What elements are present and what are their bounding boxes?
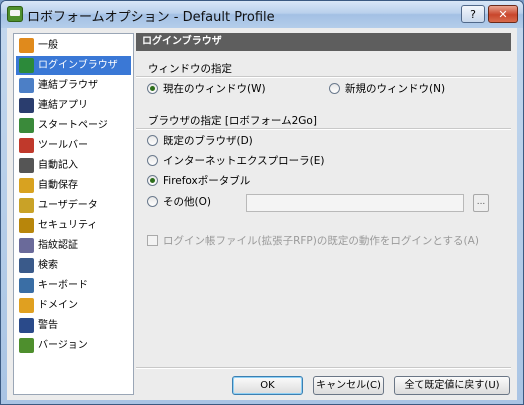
title-bar[interactable]: ロボフォームオプション - Default Profile ? ✕ [1, 1, 523, 28]
save-icon [19, 178, 34, 193]
sidebar-item[interactable]: 連結ブラウザ [16, 76, 131, 95]
sidebar-item-label: ログインブラウザ [38, 60, 118, 71]
options-category-list: 一般ログインブラウザ 連結ブラウザ 連結アプリスタートページ ツールバー自動記入自動保… [13, 33, 134, 395]
linked-app-icon [19, 98, 34, 113]
options-window: ロボフォームオプション - Default Profile ? ✕ 一般ログイン… [0, 0, 524, 405]
sidebar-item-label: ドメイン [38, 300, 78, 311]
globe-icon [19, 58, 34, 73]
window-title: ロボフォームオプション - Default Profile [27, 10, 275, 25]
radio-indicator [147, 155, 158, 166]
sidebar-item[interactable]: スタートページ [16, 116, 131, 135]
keyboard-icon [19, 158, 34, 173]
panel-header: ログインブラウザ [136, 33, 511, 51]
linked-browser-icon [19, 78, 34, 93]
roboform-app-icon [7, 6, 23, 22]
radio-indicator [329, 83, 340, 94]
help-button[interactable]: ? [461, 5, 485, 23]
radio-indicator [147, 83, 158, 94]
button-separator [136, 367, 511, 369]
sidebar-item-label: 検索 [38, 260, 58, 271]
sidebar-item-label: キーボード [38, 280, 88, 291]
radio-indicator [147, 135, 158, 146]
home-icon [19, 118, 34, 133]
close-button[interactable]: ✕ [488, 5, 518, 23]
sidebar-item-label: 連結ブラウザ [38, 80, 98, 91]
internet-explorer-label: インターネットエクスプローラ(E) [163, 155, 325, 167]
window-group-title: ウィンドウの指定 [148, 63, 232, 75]
search-icon [19, 258, 34, 273]
radio-indicator [147, 196, 158, 207]
ok-button[interactable]: OK [232, 376, 303, 395]
rfp-default-login-label: ログイン帳ファイル(拡張子RFP)の既定の動作をログインとする(A) [163, 235, 479, 247]
current-window-label: 現在のウィンドウ(W) [163, 83, 266, 95]
sidebar-item-label: 警告 [38, 320, 58, 331]
sidebar-item-label: 自動保存 [38, 180, 78, 191]
cursor-icon [19, 278, 34, 293]
checkbox-icon [19, 318, 34, 333]
robot-icon [19, 338, 34, 353]
radio-indicator [147, 175, 158, 186]
lock-icon [19, 218, 34, 233]
sidebar-item[interactable]: ツールバー [16, 136, 131, 155]
other-browser-path-input[interactable] [246, 194, 464, 212]
sidebar-item[interactable]: ドメイン [16, 296, 131, 315]
dotcom-icon [19, 298, 34, 313]
sidebar-item-label: 自動記入 [38, 160, 78, 171]
fingerprint-icon [19, 238, 34, 253]
sidebar-item[interactable]: バージョン [16, 336, 131, 355]
default-browser-label: 既定のブラウザ(D) [163, 135, 253, 147]
reset-defaults-button[interactable]: 全て既定値に戻す(U) [394, 376, 510, 395]
sidebar-item[interactable]: セキュリティ [16, 216, 131, 235]
browser-group-divider [136, 128, 511, 130]
other-browser-label: その他(O) [163, 196, 211, 208]
sidebar-item-label: ユーザデータ [38, 200, 98, 211]
sidebar-item[interactable]: 指紋認証 [16, 236, 131, 255]
sidebar-item-label: セキュリティ [38, 220, 98, 231]
sidebar-item-label: ツールバー [38, 140, 88, 151]
sidebar-item-label: 指紋認証 [38, 240, 78, 251]
sidebar-item-label: 連結アプリ [38, 100, 88, 111]
sidebar-item[interactable]: ユーザデータ [16, 196, 131, 215]
sidebar-item[interactable]: 連結アプリ [16, 96, 131, 115]
sidebar-item[interactable]: ログインブラウザ [16, 56, 131, 75]
sidebar-item-label: スタートページ [38, 120, 108, 131]
toolbar-icon [19, 138, 34, 153]
sidebar-item[interactable]: 自動記入 [16, 156, 131, 175]
firefox-portable-label: Firefoxポータブル [163, 175, 251, 187]
gear-icon [19, 38, 34, 53]
sidebar-item[interactable]: 検索 [16, 256, 131, 275]
dialog-client-area: 一般 ログインブラウザ 連結ブラウザ 連結アプリ スタートページ ツールバー 自動記入 自動保… [7, 28, 517, 400]
window-group-divider [136, 76, 511, 78]
new-window-label: 新規のウィンドウ(N) [345, 83, 446, 95]
sidebar-item[interactable]: 自動保存 [16, 176, 131, 195]
checkbox-indicator [147, 235, 158, 246]
sidebar-item-label: バージョン [38, 340, 88, 351]
sidebar-item-label: 一般 [38, 40, 58, 51]
browse-button[interactable]: ... [473, 194, 489, 212]
sidebar-item[interactable]: 一般 [16, 36, 131, 55]
browser-group-title: ブラウザの指定 [ロボフォーム2Go] [148, 115, 317, 127]
sidebar-item[interactable]: 警告 [16, 316, 131, 335]
cancel-button[interactable]: キャンセル(C) [313, 376, 384, 395]
sidebar-item[interactable]: キーボード [16, 276, 131, 295]
user-data-icon [19, 198, 34, 213]
